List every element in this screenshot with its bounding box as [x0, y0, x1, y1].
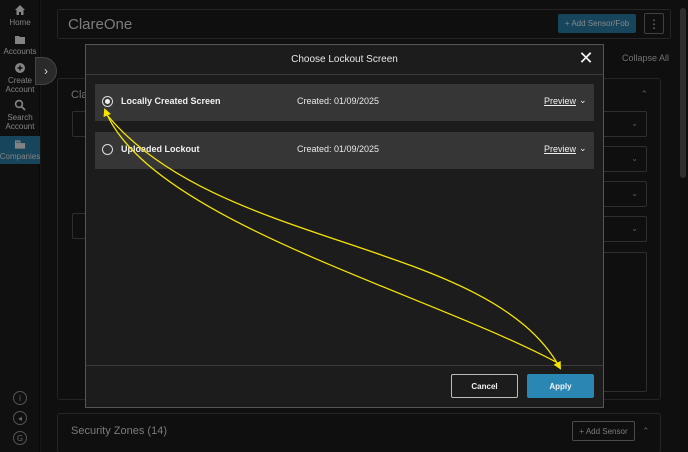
option-created-date: Created: 01/09/2025 — [297, 144, 380, 154]
cancel-button[interactable]: Cancel — [451, 374, 518, 398]
close-icon[interactable]: ✕ — [577, 48, 595, 69]
modal-footer-divider — [86, 365, 603, 366]
chevron-down-icon[interactable]: ⌄ — [579, 95, 587, 106]
radio-button-selected[interactable] — [102, 96, 113, 107]
lockout-option-uploaded[interactable]: Uploaded Lockout Created: 01/09/2025 Pre… — [95, 132, 594, 169]
preview-link[interactable]: Preview — [544, 96, 576, 106]
preview-link[interactable]: Preview — [544, 144, 576, 154]
radio-button[interactable] — [102, 144, 113, 155]
apply-button[interactable]: Apply — [527, 374, 594, 398]
chevron-right-icon: › — [44, 64, 48, 78]
option-name: Uploaded Lockout — [121, 144, 200, 154]
lockout-option-locally-created[interactable]: Locally Created Screen Created: 01/09/20… — [95, 84, 594, 121]
modal-header: Choose Lockout Screen ✕ — [86, 45, 603, 75]
chevron-down-icon[interactable]: ⌄ — [579, 143, 587, 154]
modal-title: Choose Lockout Screen — [291, 54, 398, 65]
option-name: Locally Created Screen — [121, 96, 221, 106]
choose-lockout-modal: Choose Lockout Screen ✕ Locally Created … — [85, 44, 604, 408]
option-created-date: Created: 01/09/2025 — [297, 96, 380, 106]
